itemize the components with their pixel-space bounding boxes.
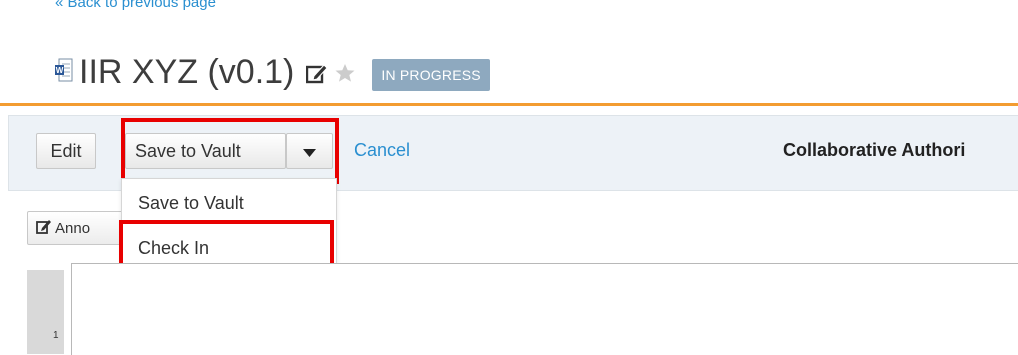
back-to-previous-page-link[interactable]: « Back to previous page [55, 0, 216, 11]
svg-text:W: W [56, 66, 64, 75]
annotate-pencil-icon [36, 218, 55, 238]
document-editor-canvas[interactable] [71, 263, 1018, 355]
cancel-link[interactable]: Cancel [354, 140, 410, 161]
page-title: IIR XYZ (v0.1) [79, 52, 295, 91]
status-badge: IN PROGRESS [372, 59, 490, 91]
authoring-mode-label: Collaborative Authori [783, 140, 966, 160]
star-icon[interactable] [328, 56, 356, 89]
document-header: W IIR XYZ (v0.1) IN PROGRESS [55, 50, 490, 94]
page-number: 1 [53, 330, 59, 341]
page-ruler [27, 270, 64, 354]
edit-pencil-icon[interactable] [294, 56, 329, 89]
menu-item-save-to-vault[interactable]: Save to Vault [138, 193, 244, 214]
word-doc-icon: W [55, 58, 79, 87]
header-divider [0, 103, 1018, 106]
annotate-label: Anno [55, 219, 91, 237]
edit-button[interactable]: Edit [36, 133, 96, 169]
highlight-save-to-vault [121, 118, 339, 184]
annotate-button[interactable]: Anno [27, 211, 123, 245]
